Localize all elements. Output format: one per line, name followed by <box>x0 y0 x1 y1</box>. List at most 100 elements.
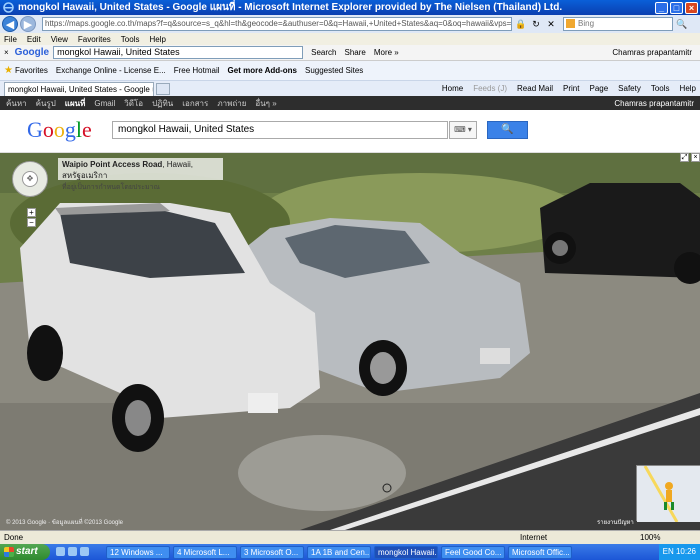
taskbar-button[interactable]: 4 Microsoft L... <box>173 545 237 559</box>
command-bar: Home Feeds (J) Read Mail Print Page Safe… <box>432 84 696 93</box>
forward-button[interactable]: ▶ <box>20 16 36 32</box>
search-icon[interactable]: 🔍 <box>676 18 688 30</box>
address-row: ◀ ▶ https://maps.google.co.th/maps?f=q&s… <box>0 15 700 33</box>
toolbar-search-input[interactable]: mongkol Hawaii, United States <box>53 46 304 59</box>
menu-bar: File Edit View Favorites Tools Help <box>0 33 700 45</box>
ie-logo-icon <box>3 2 14 13</box>
menu-tools[interactable]: Tools <box>121 35 140 44</box>
gbar-item[interactable]: เอกสาร <box>182 97 208 110</box>
toolbar-more-button[interactable]: More » <box>374 48 399 57</box>
security-zone: Internet <box>520 533 548 542</box>
google-toolbar: × Google mongkol Hawaii, United States S… <box>0 45 700 61</box>
gbar-item[interactable]: ภาพถ่าย <box>217 97 246 110</box>
refresh-icon[interactable]: ↻ <box>530 18 542 30</box>
menu-view[interactable]: View <box>51 35 68 44</box>
taskbar-button[interactable]: Feel Good Co... <box>441 545 505 559</box>
zoom-out-button[interactable]: − <box>27 218 36 227</box>
gbar-item[interactable]: ปฏิทิน <box>152 97 173 110</box>
gbar-item[interactable]: วิดีโอ <box>124 97 143 110</box>
toolbar-user-name[interactable]: Chamras prapantamitr <box>612 48 692 57</box>
taskbar-button[interactable]: 12 Windows ... <box>106 545 170 559</box>
command-tools[interactable]: Tools <box>651 84 670 93</box>
close-street-view-icon[interactable]: × <box>691 153 700 162</box>
start-button[interactable]: start <box>0 544 50 560</box>
command-safety[interactable]: Safety <box>618 84 641 93</box>
gbar-item[interactable]: ค้นหา <box>6 97 27 110</box>
close-window-button[interactable]: × <box>685 1 698 14</box>
maximize-button[interactable]: □ <box>670 1 683 14</box>
command-page[interactable]: Page <box>589 84 608 93</box>
zoom-level[interactable]: 100% <box>640 533 700 542</box>
pan-control[interactable]: ✥ <box>12 161 48 197</box>
google-toolbar-logo: Google <box>14 47 50 58</box>
street-view-image <box>0 153 700 530</box>
command-read-mail[interactable]: Read Mail <box>517 84 553 93</box>
windows-flag-icon <box>4 547 14 557</box>
taskbar-button[interactable]: 3 Microsoft O... <box>240 545 304 559</box>
toolbar-share-button[interactable]: Share <box>344 48 365 57</box>
quicklaunch-icon[interactable] <box>68 546 77 556</box>
tab-current[interactable]: mongkol Hawaii, United States - Google แ… <box>4 81 154 96</box>
street-view-panorama[interactable]: Waipio Point Access Road, Hawaii, สหรัฐอ… <box>0 153 700 530</box>
command-feeds[interactable]: Feeds (J) <box>473 84 507 93</box>
report-problem-link[interactable]: รายงานปัญหา <box>597 517 634 527</box>
keyboard-icon[interactable]: ⌨ ▾ <box>449 121 477 139</box>
title-bar: mongkol Hawaii, United States - Google แ… <box>0 0 700 15</box>
lock-icon[interactable]: 🔒 <box>515 18 527 30</box>
pan-arrows-icon[interactable]: ✥ <box>22 171 38 187</box>
command-print[interactable]: Print <box>563 84 579 93</box>
quicklaunch-icon[interactable] <box>56 546 65 556</box>
gbar-user[interactable]: Chamras prapantamitr <box>614 99 694 108</box>
favorite-item[interactable]: Get more Add-ons <box>228 66 297 75</box>
taskbar-button[interactable]: Microsoft Offic... <box>508 545 572 559</box>
taskbar-button-active[interactable]: mongkol Hawaii... <box>374 545 438 559</box>
window-title: mongkol Hawaii, United States - Google แ… <box>18 2 563 13</box>
taskbar-button[interactable]: 1A 1B and Cen... <box>307 545 371 559</box>
new-tab-button[interactable] <box>156 82 170 95</box>
start-label: start <box>16 546 38 557</box>
quick-launch <box>56 546 106 558</box>
location-label: Waipio Point Access Road, Hawaii, สหรัฐอ… <box>58 158 223 191</box>
maps-search-input[interactable]: mongkol Hawaii, United States <box>112 121 448 139</box>
taskbar: start 12 Windows ... 4 Microsoft L... 3 … <box>0 544 700 560</box>
minimap[interactable] <box>636 465 700 523</box>
maps-search-button[interactable]: 🔍 <box>487 121 528 139</box>
maps-header: Google mongkol Hawaii, United States ⌨ ▾… <box>0 110 700 153</box>
menu-file[interactable]: File <box>4 35 17 44</box>
bing-placeholder: Bing <box>578 19 595 28</box>
command-home[interactable]: Home <box>442 84 463 93</box>
favorites-button[interactable]: ★ Favorites <box>4 65 48 76</box>
back-button[interactable]: ◀ <box>2 16 18 32</box>
gbar-item[interactable]: อื่นๆ » <box>255 97 276 110</box>
status-text: Done <box>4 533 24 542</box>
favorite-item[interactable]: Suggested Sites <box>305 66 363 75</box>
gbar-item[interactable]: Gmail <box>94 99 115 108</box>
expand-icon[interactable]: ⤢ <box>680 153 689 162</box>
toolbar-search-button[interactable]: Search <box>311 48 336 57</box>
address-field[interactable]: https://maps.google.co.th/maps?f=q&sourc… <box>42 17 512 31</box>
favorites-bar: ★ Favorites Exchange Online - License E..… <box>0 61 700 81</box>
favorites-label: Favorites <box>14 66 48 75</box>
road-name: Waipio Point Access Road <box>62 160 163 169</box>
menu-favorites[interactable]: Favorites <box>78 35 111 44</box>
quicklaunch-icon[interactable] <box>80 546 89 556</box>
minimize-button[interactable]: _ <box>655 1 668 14</box>
favorite-item[interactable]: Exchange Online - License E... <box>56 66 166 75</box>
favorite-item[interactable]: Free Hotmail <box>174 66 220 75</box>
status-bar: Done Internet 100% <box>0 530 700 544</box>
system-tray-clock[interactable]: EN 10:26 <box>658 544 700 560</box>
zoom-in-button[interactable]: + <box>27 208 36 217</box>
bing-search-field[interactable]: Bing <box>563 17 673 31</box>
stop-icon[interactable]: ✕ <box>545 18 557 30</box>
google-logo[interactable]: Google <box>27 117 92 143</box>
pegman-icon <box>637 465 700 523</box>
gbar-item[interactable]: ค้นรูป <box>36 97 56 110</box>
toolbar-close-icon[interactable]: × <box>4 48 9 57</box>
star-icon: ★ <box>4 65 13 76</box>
menu-help[interactable]: Help <box>149 35 165 44</box>
location-subtitle: ที่อยู่เป็นการกำหนดโดยประมาณ <box>62 184 160 191</box>
menu-edit[interactable]: Edit <box>27 35 41 44</box>
gbar-item-active[interactable]: แผนที่ <box>65 97 86 110</box>
tab-bar: mongkol Hawaii, United States - Google แ… <box>0 81 700 96</box>
command-help[interactable]: Help <box>680 84 696 93</box>
